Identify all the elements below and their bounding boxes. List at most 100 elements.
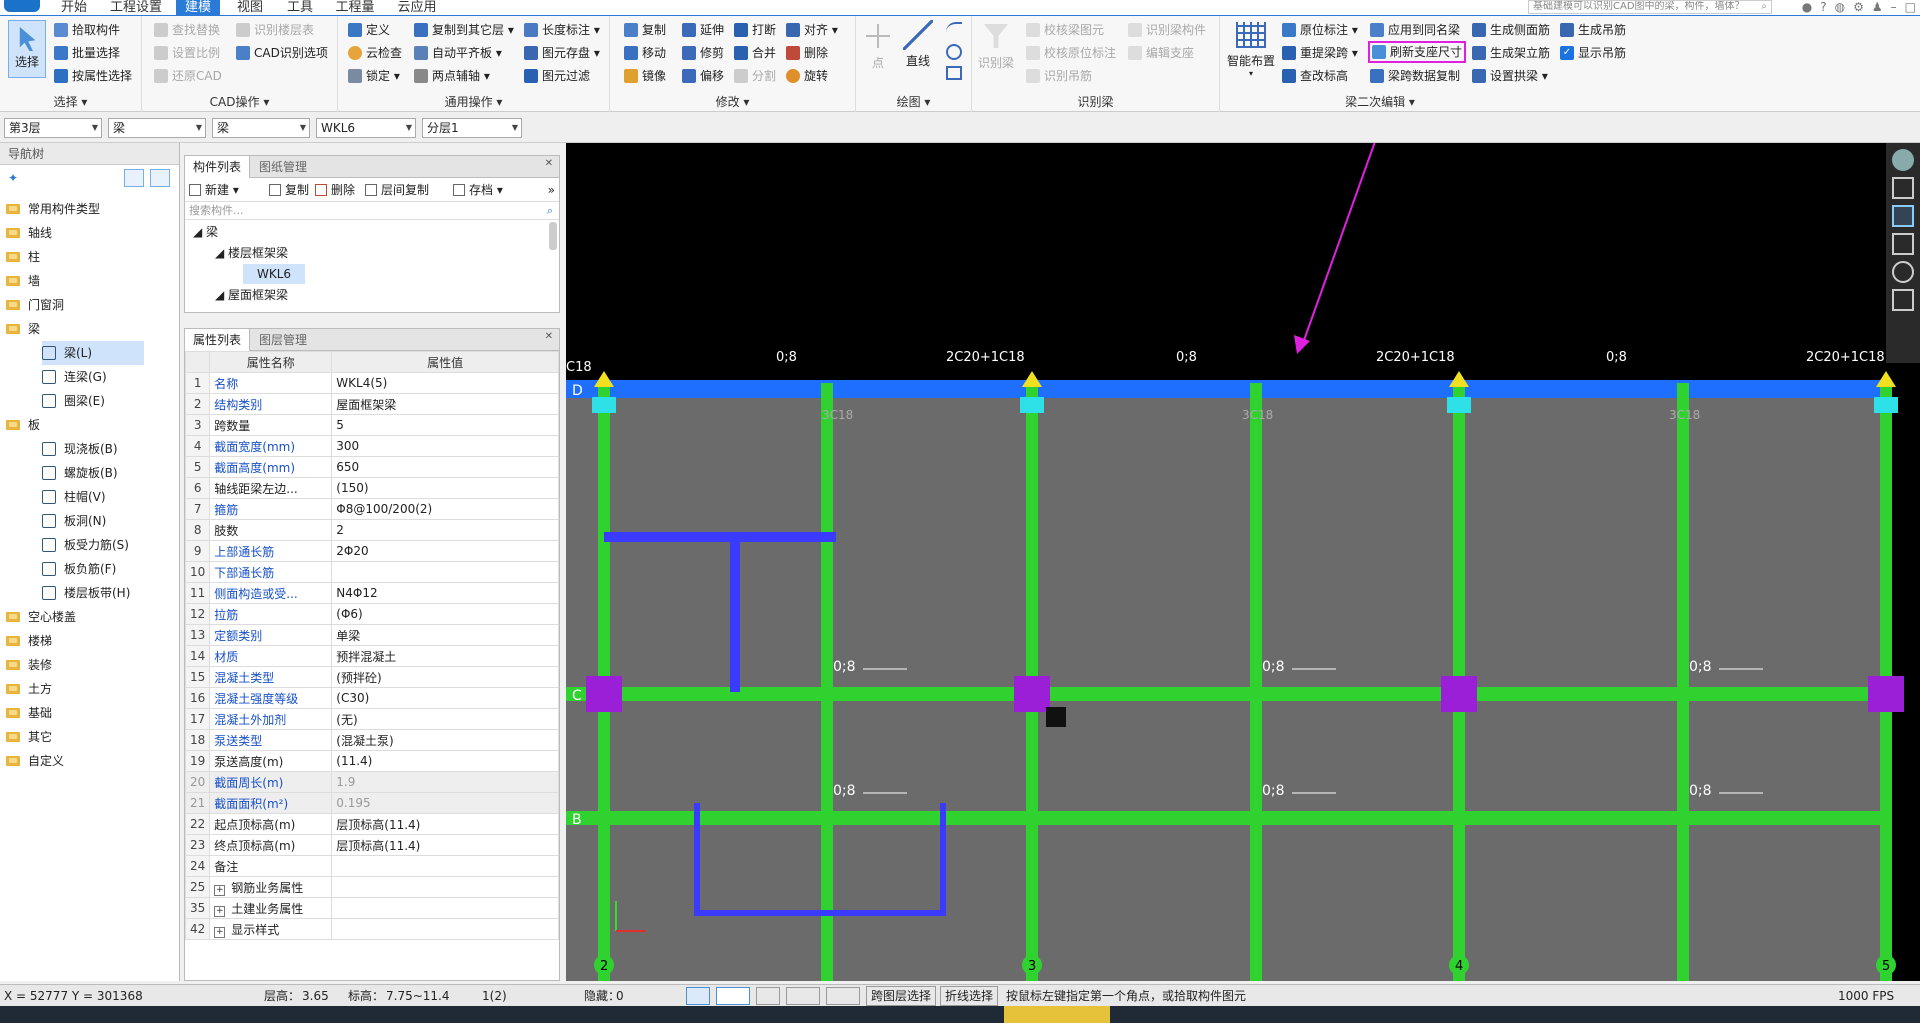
apply-same-name-button[interactable]: 应用到同名梁: [1370, 20, 1460, 40]
nav-item[interactable]: 螺旋板(B): [42, 461, 118, 485]
property-value-cell[interactable]: [331, 561, 559, 583]
smart-layout-button[interactable]: 智能布置 ▾: [1226, 20, 1276, 78]
archive-button[interactable]: 存档 ▾: [453, 181, 503, 199]
set-arch-beam-button[interactable]: 设置拱梁 ▾: [1472, 66, 1548, 86]
property-value-cell[interactable]: (11.4): [331, 750, 559, 772]
more-tools-icon[interactable]: »: [548, 181, 555, 199]
tab-drawing-management[interactable]: 图纸管理: [251, 156, 315, 178]
table-row[interactable]: 13 定额类别 单梁: [184, 624, 559, 646]
nav-item[interactable]: 圈梁(E): [42, 389, 105, 413]
property-value-cell[interactable]: 单梁: [331, 624, 559, 646]
property-value-cell[interactable]: 层顶标高(11.4): [331, 834, 559, 856]
length-dimension-button[interactable]: 长度标注 ▾: [524, 20, 600, 40]
table-row[interactable]: 42 + 显示样式: [184, 918, 559, 940]
nav-item[interactable]: 墙: [6, 269, 40, 293]
globe-icon[interactable]: [1892, 149, 1914, 171]
batch-select-button[interactable]: 批量选择: [54, 43, 120, 63]
nav-item[interactable]: 连梁(G): [42, 365, 107, 389]
nav-item[interactable]: 基础: [6, 701, 52, 725]
component-scrollbar[interactable]: [549, 222, 557, 250]
rectangle-icon[interactable]: [946, 66, 962, 80]
beam-vertical[interactable]: [1250, 383, 1262, 981]
trim-button[interactable]: 修剪: [682, 43, 724, 63]
column[interactable]: [1014, 676, 1050, 712]
message-icon[interactable]: ◍: [1835, 0, 1845, 16]
polyline-select-button[interactable]: 折线选择: [940, 986, 999, 1006]
define-button[interactable]: 定义: [348, 20, 390, 40]
grid-view-icon[interactable]: [150, 169, 170, 187]
search-icon[interactable]: ⌕: [547, 202, 553, 220]
tree-node-floor-frame-beam[interactable]: ◢ 楼层框架梁: [215, 243, 288, 263]
property-value-cell[interactable]: (150): [331, 477, 559, 499]
nav-item[interactable]: 土方: [6, 677, 52, 701]
nav-item[interactable]: 梁(L): [42, 341, 144, 365]
nav-item[interactable]: 其它: [6, 725, 52, 749]
pick-component-button[interactable]: 拾取构件: [54, 20, 120, 40]
new-button[interactable]: 新建 ▾: [189, 181, 239, 199]
table-row[interactable]: 8 肢数 2: [184, 519, 559, 541]
set-scale-button[interactable]: 设置比例: [154, 43, 220, 63]
property-value-cell[interactable]: [331, 855, 559, 877]
property-value-cell[interactable]: (Φ6): [331, 603, 559, 625]
component-search-input[interactable]: 搜索构件... ⌕: [185, 202, 559, 220]
nav-item[interactable]: 常用构件类型: [6, 197, 100, 221]
table-row[interactable]: 21 截面面积(m²) 0.195: [184, 792, 559, 814]
nav-item[interactable]: 装修: [6, 653, 52, 677]
layout-view-icon[interactable]: [1892, 289, 1914, 311]
type-select[interactable]: 梁 ▼: [212, 118, 310, 138]
column[interactable]: [1868, 676, 1904, 712]
table-row[interactable]: 2 结构类别 屋面框架梁: [184, 393, 559, 415]
beam-vertical[interactable]: [1677, 383, 1689, 981]
mirror-button[interactable]: 镜像: [624, 66, 666, 86]
table-row[interactable]: 3 跨数量 5: [184, 414, 559, 436]
property-value-cell[interactable]: 300: [331, 435, 559, 457]
help-icon[interactable]: ?: [1820, 0, 1826, 16]
two-point-axis-button[interactable]: 两点辅轴 ▾: [414, 66, 490, 86]
property-value-cell[interactable]: 2Φ20: [331, 540, 559, 562]
property-value-cell[interactable]: [331, 876, 559, 898]
tab-cloud[interactable]: 云应用: [392, 0, 442, 16]
top-view-icon[interactable]: [1892, 205, 1914, 227]
table-row[interactable]: 24 备注: [184, 855, 559, 877]
property-value-cell[interactable]: 预拌混凝土: [331, 645, 559, 667]
rotate-view-icon[interactable]: [1892, 261, 1914, 283]
property-value-cell[interactable]: WKL4(5): [331, 372, 559, 394]
table-row[interactable]: 11 侧面构造或受... N4Φ12: [184, 582, 559, 604]
beam-vertical[interactable]: [821, 383, 833, 981]
property-value-cell[interactable]: 650: [331, 456, 559, 478]
blue-beam[interactable]: [730, 532, 740, 692]
property-value-cell[interactable]: 5: [331, 414, 559, 436]
recognize-floor-table-button[interactable]: 识别楼层表: [236, 20, 314, 40]
table-row[interactable]: 1 名称 WKL4(5): [184, 372, 559, 394]
cross-snap-icon[interactable]: [756, 987, 780, 1005]
table-row[interactable]: 9 上部通长筋 2Φ20: [184, 540, 559, 562]
copy-to-floor-button[interactable]: 复制到其它层 ▾: [414, 20, 514, 40]
property-value-cell[interactable]: N4Φ12: [331, 582, 559, 604]
tab-layer-management[interactable]: 图层管理: [251, 329, 315, 351]
table-row[interactable]: 18 泵送类型 (混凝土泵): [184, 729, 559, 751]
column[interactable]: [1441, 676, 1477, 712]
nav-item[interactable]: 现浇板(B): [42, 437, 118, 461]
select-big-button[interactable]: 选择: [8, 20, 46, 78]
in-place-annotation-button[interactable]: 原位标注 ▾: [1282, 20, 1358, 40]
category-select[interactable]: 梁 ▼: [108, 118, 206, 138]
expand-icon[interactable]: +: [214, 884, 226, 896]
property-value-cell[interactable]: [331, 897, 559, 919]
refresh-support-size-button[interactable]: 刷新支座尺寸: [1368, 41, 1467, 63]
recognize-hanger-button[interactable]: 识别吊筋: [1026, 66, 1092, 86]
nav-item[interactable]: 板洞(N): [42, 509, 106, 533]
property-value-cell[interactable]: Φ8@100/200(2): [331, 498, 559, 520]
component-select[interactable]: WKL6 ▼: [316, 118, 416, 138]
rotate-button[interactable]: 旋转: [786, 66, 828, 86]
table-row[interactable]: 14 材质 预拌混凝土: [184, 645, 559, 667]
nav-item[interactable]: 轴线: [6, 221, 52, 245]
layer-select[interactable]: 分层1 ▼: [422, 118, 522, 138]
nav-item[interactable]: 柱: [6, 245, 40, 269]
find-replace-button[interactable]: 查找替换: [154, 20, 220, 40]
snap-toggle-icon[interactable]: [716, 987, 750, 1005]
re-extract-span-button[interactable]: 重提梁跨 ▾: [1282, 43, 1358, 63]
save-element-button[interactable]: 图元存盘 ▾: [524, 43, 600, 63]
table-row[interactable]: 10 下部通长筋: [184, 561, 559, 583]
group-label-select[interactable]: 选择 ▾: [0, 94, 141, 110]
circle-icon[interactable]: [946, 44, 962, 60]
